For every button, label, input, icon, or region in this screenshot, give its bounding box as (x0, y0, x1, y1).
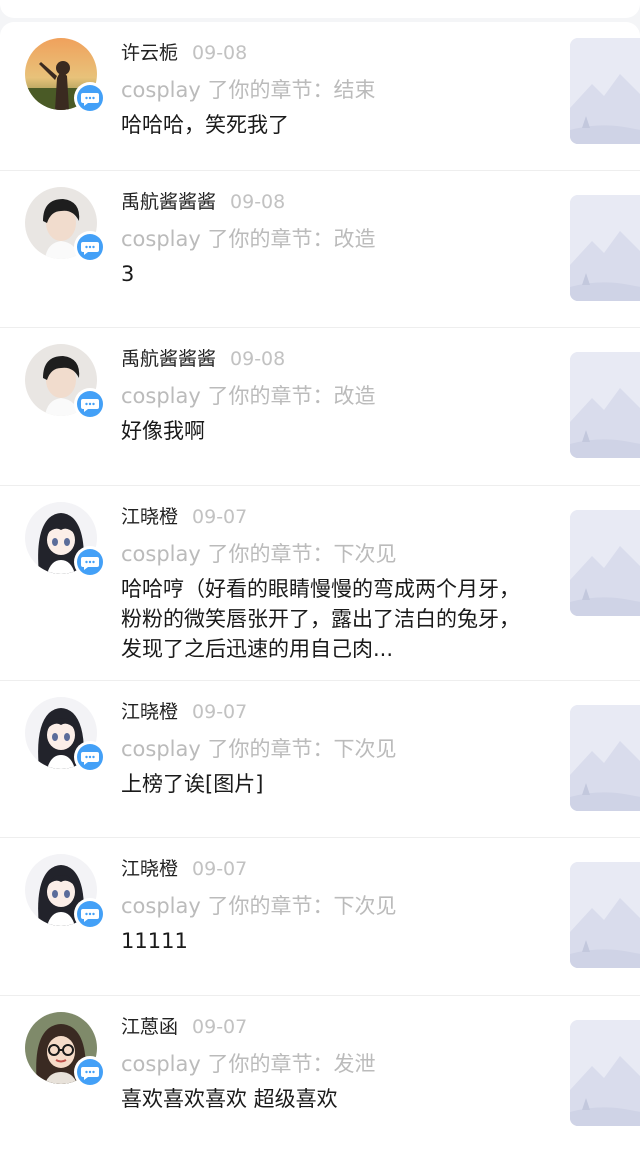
date: 09-08 (230, 348, 286, 370)
avatar[interactable] (25, 697, 106, 773)
username[interactable]: 禹航酱酱酱 (121, 191, 216, 213)
username[interactable]: 江晓橙 (121, 701, 178, 723)
notification-item[interactable]: 江蒽函 09-07 cosplay 了你的章节：发泄 喜欢喜欢喜欢 超级喜欢 (0, 996, 640, 1156)
chapter-line: cosplay 了你的章节：改造 (121, 378, 531, 414)
chapter-title: 下次见 (333, 542, 397, 566)
comment-text: 上榜了诶[图片] (121, 772, 264, 796)
comment-text: 喜欢喜欢喜欢 超级喜欢 (121, 1087, 338, 1111)
avatar[interactable] (25, 1012, 106, 1088)
notification-item[interactable]: 许云栀 09-08 cosplay 了你的章节：结束 哈哈哈，笑死我了 (0, 22, 640, 171)
chapter-line: cosplay 了你的章节：发泄 (121, 1046, 531, 1082)
notification-list: 许云栀 09-08 cosplay 了你的章节：结束 哈哈哈，笑死我了 禹航酱酱酱… (0, 22, 640, 1156)
chapter-prefix: cosplay 了你的章节： (121, 894, 334, 918)
chapter-prefix: cosplay 了你的章节： (121, 227, 334, 251)
chapter-thumbnail[interactable] (570, 862, 640, 968)
avatar[interactable] (25, 502, 106, 578)
chapter-prefix: cosplay 了你的章节： (121, 384, 334, 408)
chapter-prefix: cosplay 了你的章节： (121, 1052, 334, 1076)
notification-item[interactable]: 禹航酱酱酱 09-08 cosplay 了你的章节：改造 好像我啊 (0, 328, 640, 486)
comment-text: 3 (121, 262, 135, 286)
chat-bubble-icon (74, 231, 106, 263)
chapter-thumbnail[interactable] (570, 1020, 640, 1126)
chat-bubble-icon (74, 388, 106, 420)
username[interactable]: 许云栀 (121, 42, 178, 64)
chapter-line: cosplay 了你的章节：下次见 (121, 536, 531, 572)
chapter-prefix: cosplay 了你的章节： (121, 542, 334, 566)
username[interactable]: 禹航酱酱酱 (121, 348, 216, 370)
image-placeholder-icon (570, 705, 640, 811)
image-placeholder-icon (570, 195, 640, 301)
chapter-title: 下次见 (333, 894, 397, 918)
chapter-thumbnail[interactable] (570, 510, 640, 616)
chapter-title: 发泄 (333, 1052, 376, 1076)
image-placeholder-icon (570, 38, 640, 144)
chapter-line: cosplay 了你的章节：改造 (121, 221, 531, 257)
chat-bubble-icon (74, 1056, 106, 1088)
avatar[interactable] (25, 187, 106, 263)
chapter-thumbnail[interactable] (570, 705, 640, 811)
chapter-thumbnail[interactable] (570, 352, 640, 458)
chapter-line: cosplay 了你的章节：结束 (121, 72, 531, 108)
chapter-prefix: cosplay 了你的章节： (121, 78, 334, 102)
date: 09-07 (192, 858, 248, 880)
comment-text: 11111 (121, 929, 188, 953)
image-placeholder-icon (570, 1020, 640, 1126)
chapter-thumbnail[interactable] (570, 195, 640, 301)
chapter-prefix: cosplay 了你的章节： (121, 737, 334, 761)
avatar[interactable] (25, 854, 106, 930)
date: 09-07 (192, 506, 248, 528)
avatar[interactable] (25, 38, 106, 114)
notification-item[interactable]: 禹航酱酱酱 09-08 cosplay 了你的章节：改造 3 (0, 171, 640, 328)
chat-bubble-icon (74, 82, 106, 114)
avatar[interactable] (25, 344, 106, 420)
image-placeholder-icon (570, 862, 640, 968)
username[interactable]: 江晓橙 (121, 858, 178, 880)
chat-bubble-icon (74, 546, 106, 578)
chapter-line: cosplay 了你的章节：下次见 (121, 888, 531, 924)
notification-item[interactable]: 江晓橙 09-07 cosplay 了你的章节：下次见 哈哈哼（好看的眼睛慢慢的弯… (0, 486, 640, 681)
date: 09-07 (192, 701, 248, 723)
chapter-line: cosplay 了你的章节：下次见 (121, 731, 531, 767)
comment-text: 哈哈哈，笑死我了 (121, 113, 289, 137)
username[interactable]: 江蒽函 (121, 1016, 178, 1038)
chat-bubble-icon (74, 741, 106, 773)
chapter-title: 结束 (333, 78, 376, 102)
username[interactable]: 江晓橙 (121, 506, 178, 528)
notification-item[interactable]: 江晓橙 09-07 cosplay 了你的章节：下次见 上榜了诶[图片] (0, 681, 640, 838)
comment-text: 哈哈哼（好看的眼睛慢慢的弯成两个月牙，粉粉的微笑唇张开了，露出了洁白的兔牙，发现… (121, 577, 520, 661)
chapter-thumbnail[interactable] (570, 38, 640, 144)
chapter-title: 下次见 (333, 737, 397, 761)
date: 09-08 (192, 42, 248, 64)
chat-bubble-icon (74, 898, 106, 930)
chapter-title: 改造 (333, 227, 376, 251)
image-placeholder-icon (570, 510, 640, 616)
date: 09-07 (192, 1016, 248, 1038)
date: 09-08 (230, 191, 286, 213)
notification-item[interactable]: 江晓橙 09-07 cosplay 了你的章节：下次见 11111 (0, 838, 640, 996)
chapter-title: 改造 (333, 384, 376, 408)
comment-text: 好像我啊 (121, 419, 205, 443)
image-placeholder-icon (570, 352, 640, 458)
previous-card (0, 0, 640, 18)
